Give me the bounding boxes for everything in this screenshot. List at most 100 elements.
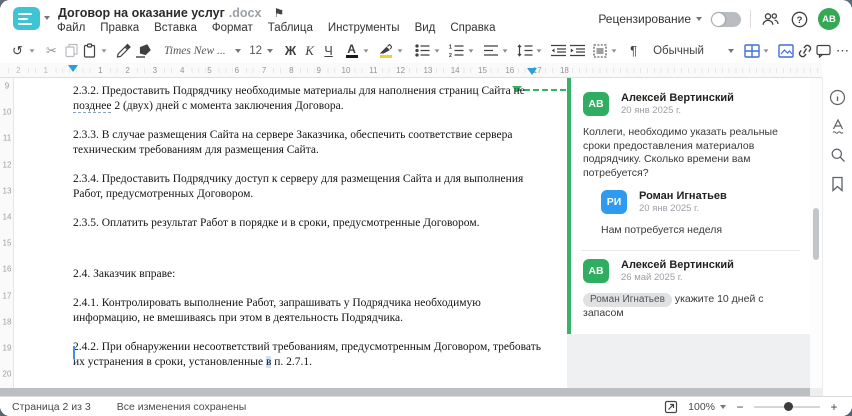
paragraph-2-4-2: 2.4.2. При обнаружении несоответствий тр… <box>73 341 541 368</box>
menu-format[interactable]: Формат <box>212 22 253 34</box>
font-family-dropdown[interactable]: Times New ... <box>162 45 243 57</box>
menu-view[interactable]: Вид <box>415 22 436 34</box>
underline-button[interactable]: Ч <box>319 40 338 61</box>
comment-item[interactable]: АВ Алексей Вертинский 26 май 2025 г. Ром… <box>581 253 800 325</box>
paste-button[interactable] <box>80 40 99 61</box>
collaborators-icon[interactable] <box>760 9 780 29</box>
bullet-list-button[interactable] <box>413 40 432 61</box>
left-indent-marker[interactable] <box>68 65 78 72</box>
status-bar: Страница 2 из 3 Все изменения сохранены … <box>0 396 852 416</box>
zoom-out-button[interactable]: − <box>734 400 746 414</box>
paragraph-borders-caret-icon[interactable] <box>609 40 619 61</box>
menu-table[interactable]: Таблица <box>268 22 313 34</box>
info-icon[interactable] <box>829 88 847 106</box>
decrease-indent-button[interactable] <box>549 40 568 61</box>
review-mode-dropdown[interactable]: Рецензирование <box>598 12 702 26</box>
insert-table-button[interactable] <box>742 40 761 61</box>
line-spacing-caret-icon[interactable] <box>534 40 544 61</box>
menu-file[interactable]: Файл <box>57 22 85 34</box>
undo-caret-icon[interactable] <box>27 40 37 61</box>
menu-tools[interactable]: Инструменты <box>328 22 400 34</box>
paragraph-2-3-5: 2.3.5. Оплатить результат Работ в порядк… <box>73 217 480 229</box>
zoom-slider[interactable] <box>754 402 820 411</box>
zoom-in-button[interactable]: + <box>828 400 840 414</box>
menu-help[interactable]: Справка <box>450 22 495 34</box>
spellcheck-icon[interactable] <box>829 117 847 135</box>
numbered-list-caret-icon[interactable] <box>466 40 476 61</box>
header-divider <box>750 10 751 28</box>
zoom-slider-handle[interactable] <box>784 402 793 411</box>
format-painter-button[interactable] <box>114 40 133 61</box>
review-toggle[interactable] <box>711 11 741 27</box>
more-tools-button[interactable]: ⋯ <box>833 40 852 61</box>
paragraph-style-value: Обычный <box>653 44 704 57</box>
italic-button[interactable]: К <box>300 40 319 61</box>
paste-caret-icon[interactable] <box>99 40 109 61</box>
show-paragraph-marks-button[interactable]: ¶ <box>624 40 643 61</box>
page-indicator[interactable]: Страница 2 из 3 <box>12 401 91 413</box>
comment-text: Коллеги, необходимо указать реальные сро… <box>583 126 778 179</box>
svg-text:1: 1 <box>449 45 452 51</box>
vertical-scrollbar[interactable] <box>810 78 822 388</box>
font-family-caret-icon <box>235 48 242 53</box>
highlight-caret-icon[interactable] <box>395 40 405 61</box>
svg-text:2: 2 <box>449 53 452 57</box>
paragraph-borders-button[interactable] <box>590 40 609 61</box>
document-text: 2.3.2. Предоставить Подрядчику необходим… <box>73 84 541 384</box>
numbered-list-button[interactable]: 12 <box>447 40 466 61</box>
highlight-color-button[interactable] <box>376 40 395 61</box>
paragraph-2-4-1: 2.4.1. Контролировать выполнение Работ, … <box>73 297 481 324</box>
flag-icon[interactable]: ⚑ <box>273 6 284 20</box>
undo-button[interactable]: ↺ <box>8 40 27 61</box>
vertical-ruler: 9 10 11 12 13 14 15 16 17 18 19 20 <box>0 78 14 388</box>
insert-table-caret-icon[interactable] <box>761 40 771 61</box>
user-avatar[interactable]: АВ <box>818 8 840 30</box>
paragraph-style-dropdown[interactable]: Обычный <box>653 45 734 57</box>
bookmark-icon[interactable] <box>829 175 847 193</box>
increase-indent-button[interactable] <box>568 40 587 61</box>
comment-thread-card[interactable]: АВ Алексей Вертинский 20 янв 2025 г. Кол… <box>567 78 810 334</box>
menu-edit[interactable]: Правка <box>100 22 139 34</box>
mention-chip[interactable]: Роман Игнатьев <box>583 292 672 307</box>
search-icon[interactable] <box>829 146 847 164</box>
cut-button[interactable]: ✂ <box>42 40 61 61</box>
line-spacing-button[interactable] <box>515 40 534 61</box>
insert-image-button[interactable] <box>776 40 795 61</box>
font-color-caret-icon[interactable] <box>361 40 371 61</box>
bullet-list-caret-icon[interactable] <box>432 40 442 61</box>
logo-menu-caret-icon[interactable] <box>44 16 50 20</box>
comment-divider <box>581 249 800 251</box>
font-family-value: Times New ... <box>164 44 226 57</box>
comment-date: 20 янв 2025 г. <box>621 105 682 116</box>
comment-reply-item[interactable]: РИ Роман Игнатьев 20 янв 2025 г. Нам пот… <box>599 184 800 242</box>
comment-item[interactable]: АВ Алексей Вертинский 20 янв 2025 г. Кол… <box>581 86 800 184</box>
font-size-value: 12 <box>249 44 263 57</box>
comment-author: Алексей Вертинский <box>621 92 734 104</box>
fit-page-icon[interactable] <box>662 398 680 416</box>
scrollbar-thumb[interactable] <box>813 208 819 260</box>
zoom-caret-icon <box>720 404 726 409</box>
paragraph-2-3-4: 2.3.4. Предоставить Подрядчику доступ к … <box>73 173 524 200</box>
copy-button[interactable] <box>61 40 80 61</box>
comment-date: 20 янв 2025 г. <box>639 203 700 214</box>
insert-link-button[interactable] <box>795 40 814 61</box>
comment-avatar: АВ <box>583 258 609 283</box>
right-indent-marker[interactable] <box>527 68 537 75</box>
bold-button[interactable]: Ж <box>281 40 300 61</box>
align-button[interactable] <box>481 40 500 61</box>
insert-comment-button[interactable] <box>814 40 833 61</box>
align-caret-icon[interactable] <box>500 40 510 61</box>
app-logo-icon[interactable] <box>13 7 40 30</box>
clear-style-eraser-button[interactable] <box>133 40 152 61</box>
review-caret-icon <box>696 17 702 21</box>
commented-text[interactable]: позднее <box>73 100 112 113</box>
comments-panel: АВ Алексей Вертинский 20 янв 2025 г. Кол… <box>567 78 810 388</box>
font-size-dropdown[interactable]: 12 <box>247 45 275 57</box>
zoom-level-dropdown[interactable]: 100% <box>688 401 726 413</box>
help-icon[interactable]: ? <box>789 9 809 29</box>
font-color-letter: А <box>347 41 356 56</box>
document-page[interactable]: 2.3.2. Предоставить Подрядчику необходим… <box>14 78 567 388</box>
font-color-button[interactable]: А <box>342 40 361 61</box>
menu-insert[interactable]: Вставка <box>154 22 197 34</box>
review-mode-label: Рецензирование <box>598 12 691 26</box>
